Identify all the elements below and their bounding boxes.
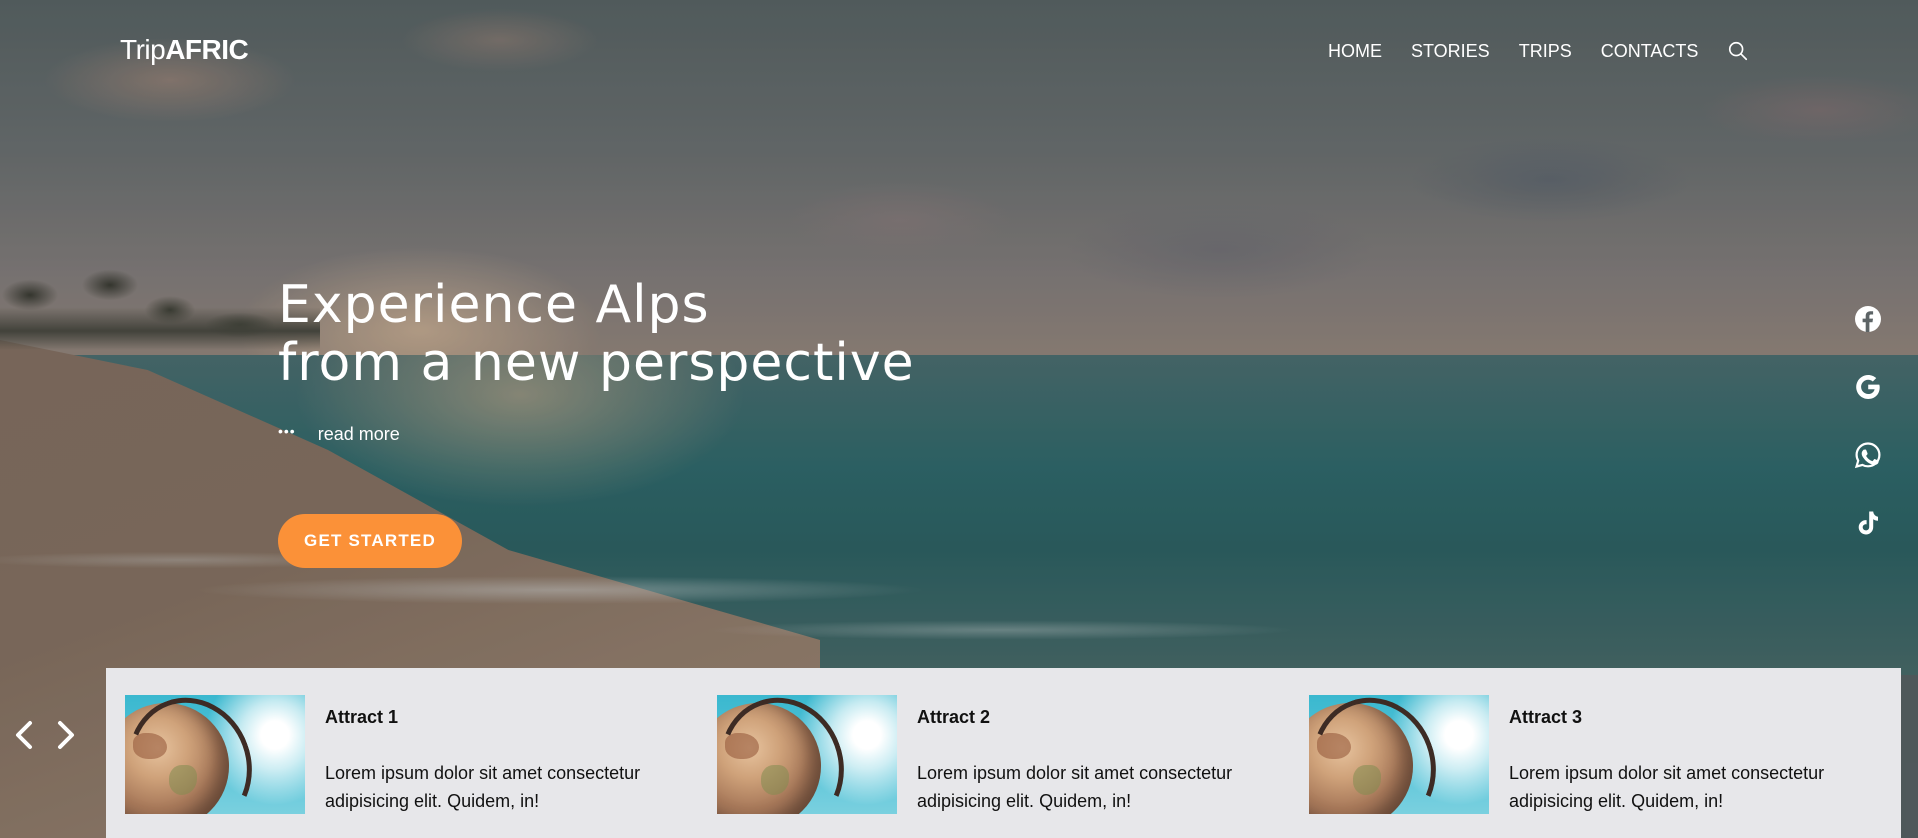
hero-headline: Experience Alps from a new perspective xyxy=(278,276,915,392)
logo[interactable]: TripAFRIC xyxy=(120,34,249,66)
globe-stand xyxy=(125,695,271,814)
attraction-card[interactable]: Attract 1 Lorem ipsum dolor sit amet con… xyxy=(125,695,685,820)
attraction-image xyxy=(1309,695,1489,814)
facebook-icon[interactable] xyxy=(1854,305,1882,333)
tiktok-icon[interactable] xyxy=(1854,509,1882,537)
globe-stand xyxy=(717,695,863,814)
ellipsis-icon: ••• xyxy=(278,422,296,439)
attraction-title: Attract 3 xyxy=(1509,707,1583,727)
logo-bold-text: AFRIC xyxy=(165,34,249,65)
attraction-image xyxy=(717,695,897,814)
attraction-title: Attract 2 xyxy=(917,707,991,727)
search-icon[interactable] xyxy=(1727,40,1749,62)
chevron-left-icon[interactable] xyxy=(10,718,38,752)
attraction-description: Lorem ipsum dolor sit amet consectetur a… xyxy=(917,763,1233,811)
attraction-card[interactable]: Attract 3 Lorem ipsum dolor sit amet con… xyxy=(1309,695,1869,820)
attraction-image xyxy=(125,695,305,814)
chevron-right-icon[interactable] xyxy=(52,718,80,752)
read-more-label: read more xyxy=(317,424,400,444)
nav-trips[interactable]: TRIPS xyxy=(1519,41,1572,62)
attractions-strip: Attract 1 Lorem ipsum dolor sit amet con… xyxy=(106,668,1901,838)
hero-headline-line2: from a new perspective xyxy=(278,333,915,393)
google-icon[interactable] xyxy=(1854,373,1882,401)
globe-stand xyxy=(1309,695,1455,814)
attraction-description: Lorem ipsum dolor sit amet consectetur a… xyxy=(1509,763,1825,811)
social-links xyxy=(1854,305,1882,577)
carousel-controls xyxy=(10,718,94,752)
main-nav: HOME STORIES TRIPS CONTACTS xyxy=(1328,40,1749,62)
attraction-title: Attract 1 xyxy=(325,707,399,727)
read-more-link[interactable]: ••• read more xyxy=(278,422,400,445)
hero-headline-line1: Experience Alps xyxy=(278,275,710,335)
attraction-card[interactable]: Attract 2 Lorem ipsum dolor sit amet con… xyxy=(717,695,1277,820)
whatsapp-icon[interactable] xyxy=(1854,441,1882,469)
nav-home[interactable]: HOME xyxy=(1328,41,1382,62)
nav-stories[interactable]: STORIES xyxy=(1411,41,1490,62)
nav-contacts[interactable]: CONTACTS xyxy=(1601,41,1699,62)
get-started-button[interactable]: GET STARTED xyxy=(278,514,462,568)
logo-light-text: Trip xyxy=(120,34,166,65)
attraction-description: Lorem ipsum dolor sit amet consectetur a… xyxy=(325,763,641,811)
